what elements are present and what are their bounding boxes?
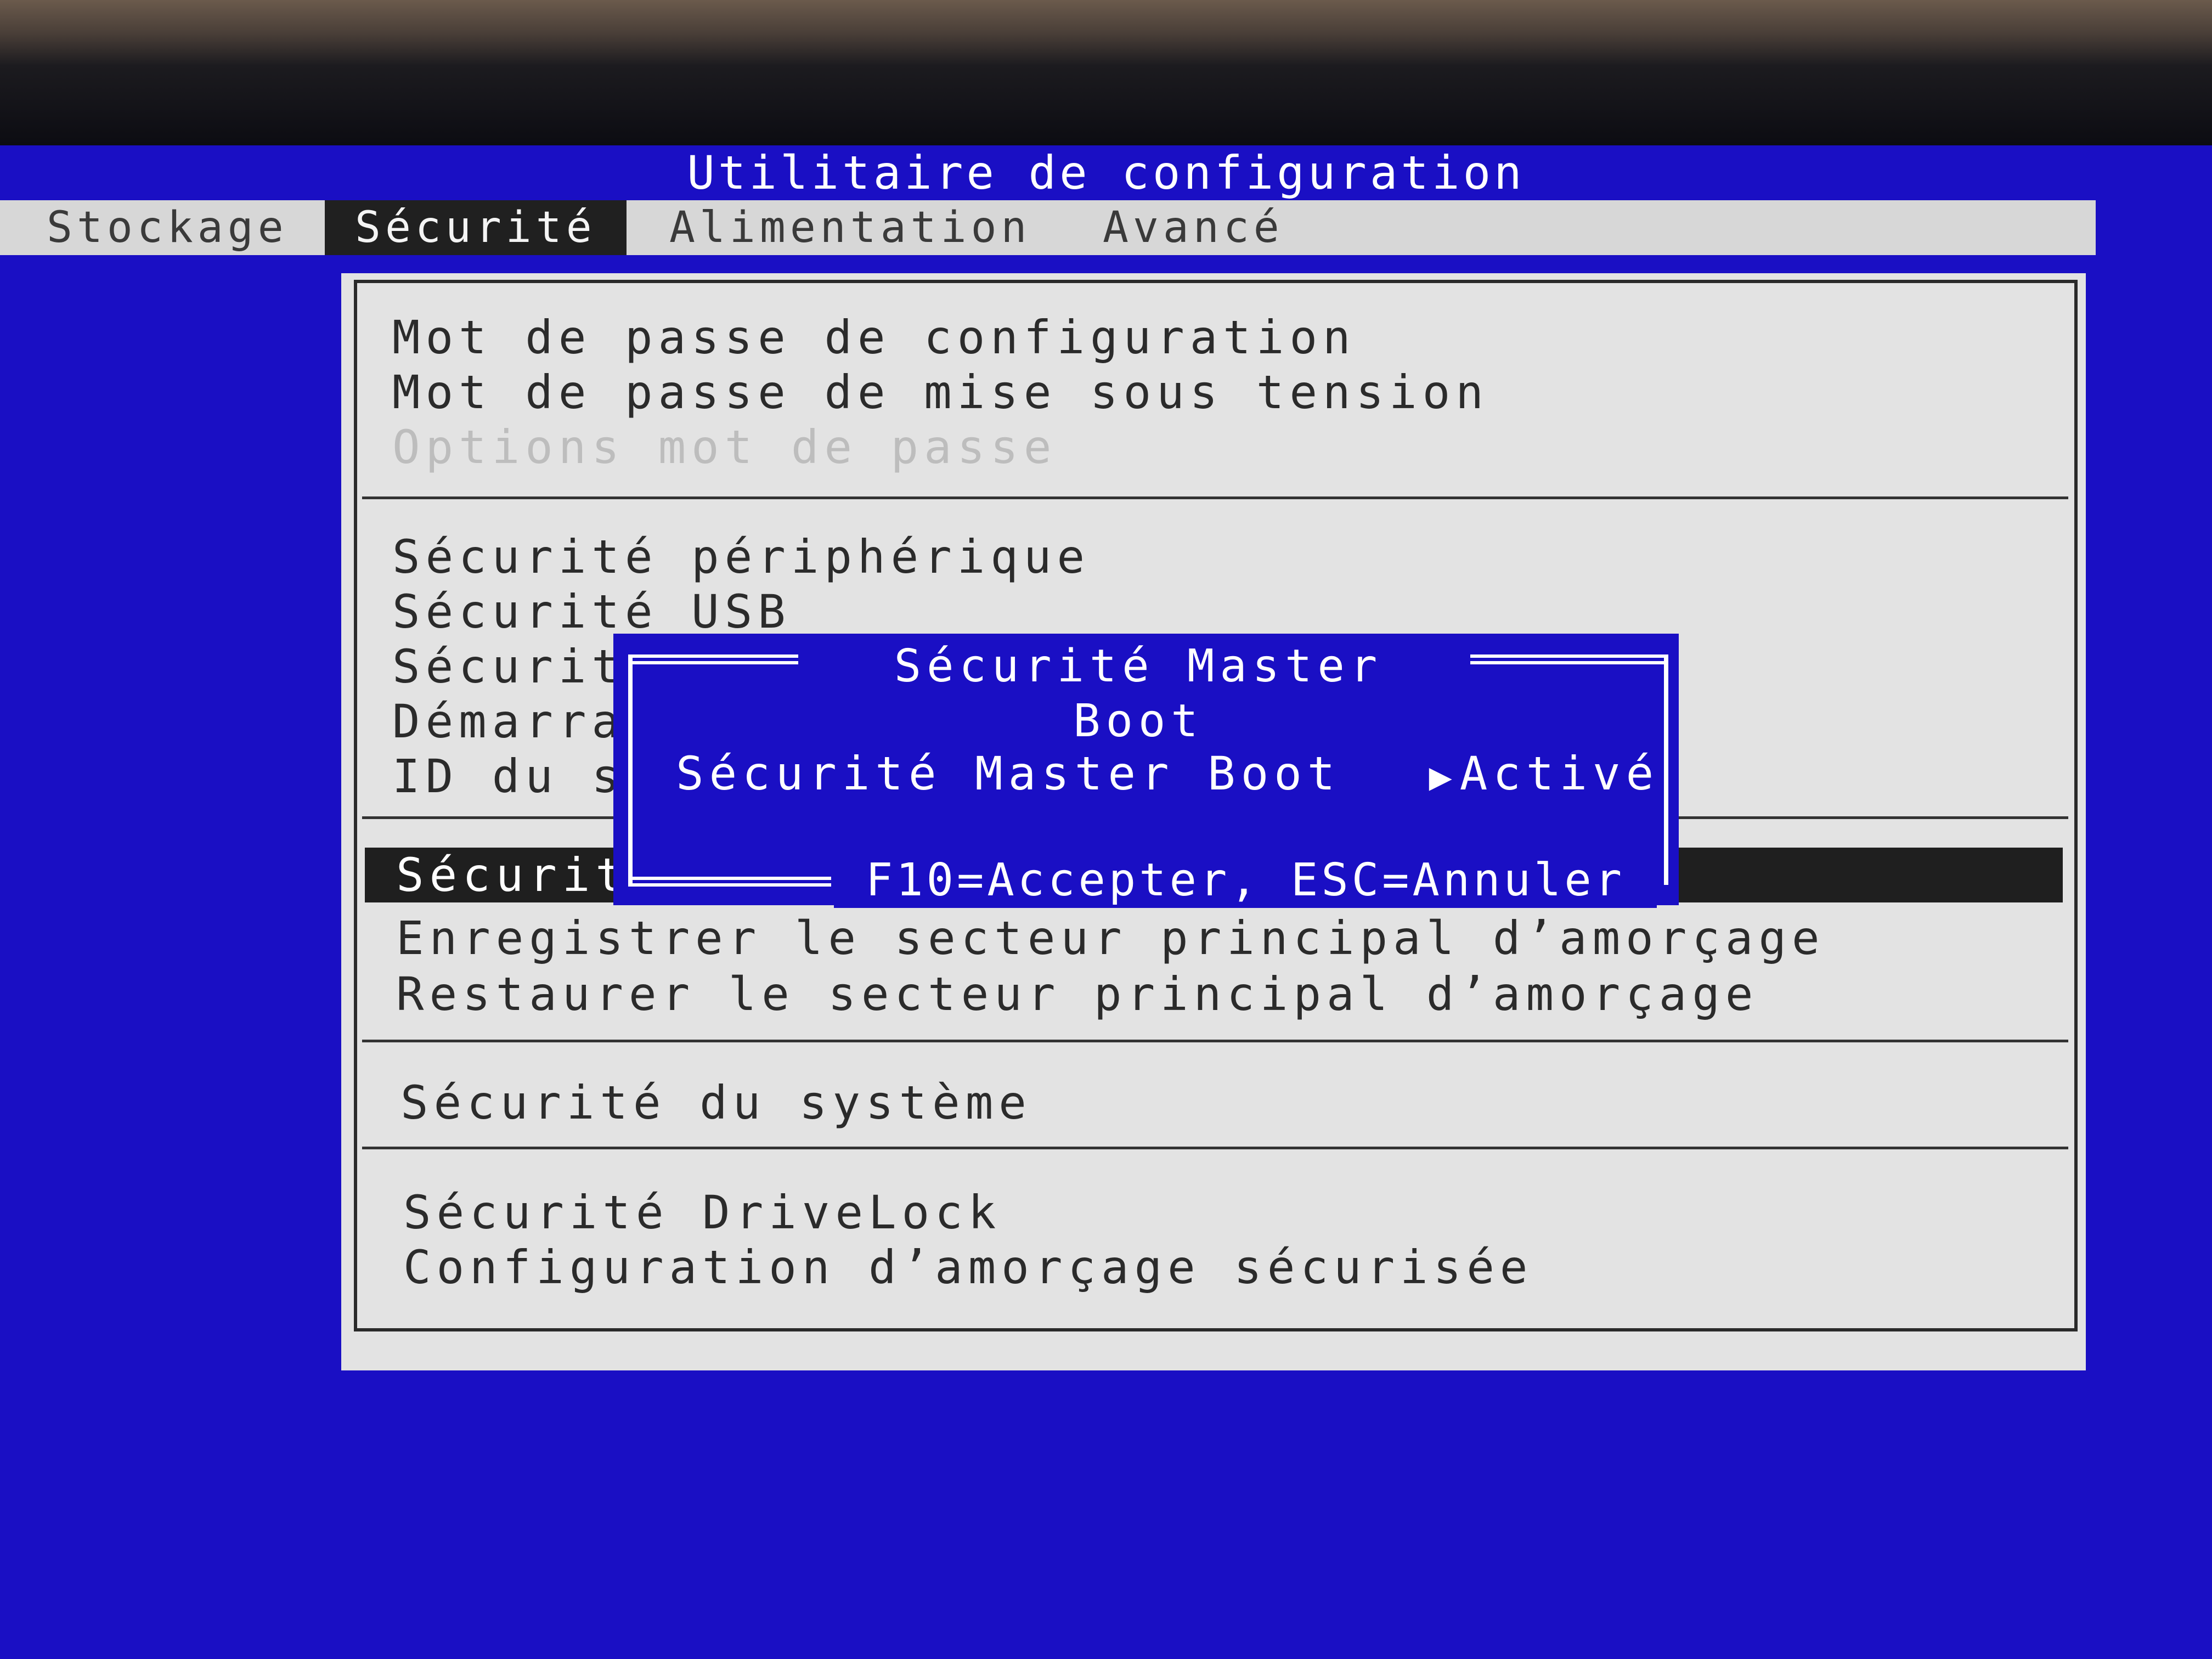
- divider: [362, 1147, 2068, 1149]
- menu-item-setup-password[interactable]: Mot de passe de configuration: [392, 310, 1356, 365]
- dialog-setting-value[interactable]: Activé: [1460, 747, 1659, 800]
- dialog-frame-bottom-left: [628, 877, 831, 887]
- triangle-right-icon: ▶: [1429, 754, 1458, 799]
- divider: [362, 1040, 2068, 1042]
- menu-item-master-boot-security[interactable]: Sécurit: [396, 848, 629, 902]
- menu-item-system-security[interactable]: Sécurité du système: [400, 1075, 1032, 1130]
- menu-bar: Stockage Sécurité Alimentation Avancé: [0, 200, 2096, 255]
- dialog-setting-label: Sécurité Master Boot: [676, 747, 1341, 800]
- monitor-bezel: [0, 0, 2212, 145]
- divider: [362, 496, 2068, 499]
- menu-item-save-mbr[interactable]: Enregistrer le secteur principal d’amorç…: [396, 911, 1825, 966]
- tab-alimentation[interactable]: Alimentation: [669, 200, 1031, 255]
- page-title: Utilitaire de configuration: [687, 146, 1525, 200]
- dialog-setting-row[interactable]: Sécurité Master Boot ▶Activé: [676, 746, 1659, 801]
- tab-securite[interactable]: Sécurité: [325, 200, 627, 255]
- menu-item-restore-mbr[interactable]: Restaurer le secteur principal d’amorçag…: [396, 967, 1758, 1022]
- menu-item-password-options: Options mot de passe: [392, 420, 1057, 474]
- tab-avance[interactable]: Avancé: [1103, 200, 1284, 255]
- menu-item-security-partial[interactable]: Sécurit: [392, 639, 625, 694]
- menu-item-secure-boot-config[interactable]: Configuration d’amorçage sécurisée: [403, 1240, 1533, 1295]
- menu-item-boot-partial[interactable]: Démarra: [392, 694, 625, 749]
- menu-item-power-on-password[interactable]: Mot de passe de mise sous tension: [392, 365, 1489, 420]
- dialog-frame-top-right: [1470, 654, 1664, 664]
- tab-stockage[interactable]: Stockage: [47, 200, 288, 255]
- dialog-title: Sécurité Master Boot: [823, 639, 1454, 747]
- menu-item-drivelock[interactable]: Sécurité DriveLock: [403, 1185, 1001, 1240]
- dialog-frame-top-left: [628, 654, 798, 664]
- dialog-footer-hint: F10=Accepter, ESC=Annuler: [834, 853, 1657, 908]
- menu-item-usb-security[interactable]: Sécurité USB: [392, 584, 791, 639]
- menu-item-device-security[interactable]: Sécurité périphérique: [392, 529, 1090, 584]
- menu-item-system-id-partial[interactable]: ID du s: [392, 749, 625, 804]
